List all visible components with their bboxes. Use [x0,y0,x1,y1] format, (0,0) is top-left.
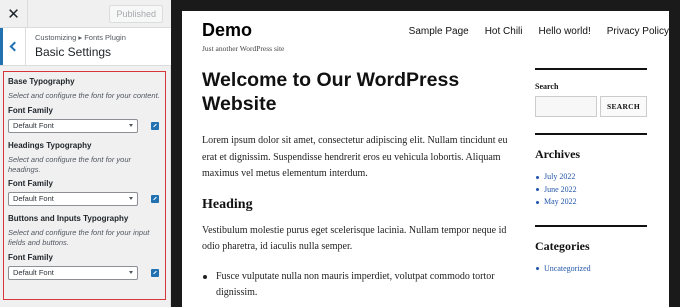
site-preview: Demo Just another WordPress site Sample … [171,0,680,307]
select-value: Default Font [13,120,54,130]
breadcrumb: Customizing ▸ Fonts Plugin [35,33,126,42]
post-paragraph: Lorem ipsum dolor sit amet, consectetur … [202,135,508,179]
nav-link-hello-world[interactable]: Hello world! [539,26,591,37]
edit-shortcut-icon[interactable] [151,121,159,130]
post-list: Fusce vulputate nulla non mauris imperdi… [202,269,514,302]
group-title: Buttons and Inputs Typography [8,214,129,224]
select-row: Default Font [8,192,162,207]
search-button[interactable]: SEARCH [600,96,647,117]
nav-link-sample-page[interactable]: Sample Page [409,26,469,37]
post-paragraph: Vestibulum molestie purus eget scelerisq… [202,224,507,253]
edit-shortcut-icon[interactable] [151,268,159,277]
select-row: Default Font [8,118,162,133]
headings-font-family-select[interactable]: Default Font [8,192,138,207]
categories-title: Categories [535,238,590,253]
list-item: May 2022 [535,196,647,209]
group-title: Base Typography [8,77,75,86]
select-value: Default Font [13,194,54,204]
site-title[interactable]: Demo [202,20,252,41]
search-row: SEARCH [535,96,647,117]
categories-list: Uncategorized [535,263,647,276]
font-family-label: Font Family [8,105,53,115]
group-description: Select and configure the font for your c… [8,91,160,100]
archives-widget: Archives July 2022 June 2022 May 2022 [535,133,647,209]
font-family-label: Font Family [8,252,53,262]
close-icon[interactable]: ✕ [0,0,28,28]
panel-header: ✕ Published [0,0,171,28]
section-header: Customizing ▸ Fonts Plugin Basic Setting… [0,28,171,66]
category-link[interactable]: Uncategorized [544,264,591,273]
edit-shortcut-icon[interactable] [151,195,159,204]
list-item: Fusce vulputate nulla non mauris imperdi… [202,269,514,302]
chevron-left-icon [9,41,19,52]
search-input[interactable] [535,96,597,117]
base-font-family-select[interactable]: Default Font [8,118,138,133]
chevron-down-icon [129,270,133,274]
font-family-label: Font Family [8,179,53,189]
post-title: Welcome to Our WordPress Website [202,69,460,115]
buttons-font-family-select[interactable]: Default Font [8,265,138,280]
back-button[interactable] [0,28,26,65]
archive-link[interactable]: May 2022 [544,197,577,206]
post-content: Welcome to Our WordPress Website Lorem i… [202,68,514,302]
nav-link-hot-chili[interactable]: Hot Chili [485,26,523,37]
base-typography-group: Base Typography Select and configure the… [8,77,162,133]
chevron-down-icon [129,197,133,201]
primary-nav: Sample Page Hot Chili Hello world! Priva… [409,26,669,37]
publish-button[interactable]: Published [109,5,163,23]
headings-typography-group: Headings Typography Select and configure… [8,141,162,207]
list-item: July 2022 [535,171,647,184]
archives-title: Archives [535,147,581,161]
group-description: Select and configure the font for your i… [8,228,150,247]
archive-link[interactable]: June 2022 [544,185,577,194]
section-title: Basic Settings [35,45,112,59]
search-widget-title: Search [535,82,559,91]
list-item: Uncategorized [535,263,647,276]
site-page: Demo Just another WordPress site Sample … [182,11,669,307]
nav-link-privacy-policy[interactable]: Privacy Policy [607,26,669,37]
list-item: June 2022 [535,184,647,197]
group-description: Select and configure the font for your h… [8,154,131,174]
customizer-panel: ✕ Published Customizing ▸ Fonts Plugin B… [0,0,171,307]
post-heading: Heading [202,196,253,212]
archive-link[interactable]: July 2022 [544,172,575,181]
typography-controls: Base Typography Select and configure the… [3,71,166,300]
site-tagline: Just another WordPress site [202,44,285,53]
archives-list: July 2022 June 2022 May 2022 [535,171,647,209]
chevron-down-icon [129,123,133,127]
sidebar: Search SEARCH Archives July 2022 June 20… [535,68,647,275]
search-widget: Search SEARCH [535,68,647,117]
buttons-inputs-typography-group: Buttons and Inputs Typography Select and… [8,214,162,280]
select-value: Default Font [13,267,54,277]
select-row: Default Font [8,265,162,280]
group-title: Headings Typography [8,140,92,150]
categories-widget: Categories Uncategorized [535,224,647,276]
